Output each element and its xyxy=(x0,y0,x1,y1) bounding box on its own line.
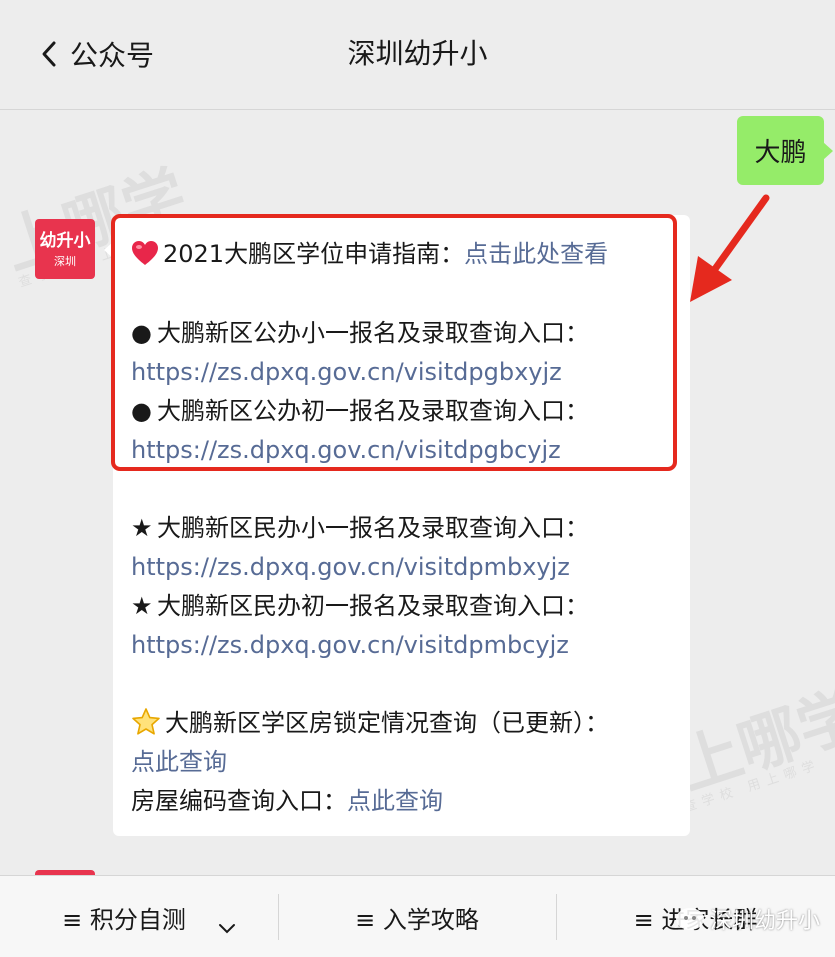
housing-lock-link[interactable]: 点此查询 xyxy=(131,745,227,779)
brand-watermark: 深圳幼升小 xyxy=(676,903,820,935)
brand-watermark-text: 深圳幼升小 xyxy=(710,909,821,934)
private-primary-line: ★ 大鹏新区民办小一报名及录取查询入口： xyxy=(131,511,589,545)
housing-lock-line: 大鹏新区学区房锁定情况查询（已更新）： xyxy=(131,706,609,740)
menu-item-label: ≡ 入学攻略 xyxy=(355,905,479,934)
user-message-bubble[interactable]: 大鹏 xyxy=(737,116,833,185)
house-code-link[interactable]: 点此查询 xyxy=(347,787,443,815)
highlight-box xyxy=(111,214,677,471)
wechat-icon xyxy=(676,908,704,930)
avatar[interactable]: 幼升小 深圳 xyxy=(35,219,95,279)
user-message-text: 大鹏 xyxy=(754,138,807,168)
page-title: 深圳幼升小 xyxy=(347,37,488,70)
chevron-down-icon[interactable] xyxy=(214,916,240,942)
private-primary-url[interactable]: https://zs.dpxq.gov.cn/visitdpmbxyjz xyxy=(131,550,570,584)
private-middle-label: 大鹏新区民办初一报名及录取查询入口： xyxy=(157,592,589,620)
star-bullet: ★ xyxy=(131,514,153,542)
avatar-line1: 幼升小 xyxy=(39,231,91,251)
private-primary-label: 大鹏新区民办小一报名及录取查询入口： xyxy=(157,514,589,542)
star-icon xyxy=(132,708,160,735)
star-bullet: ★ xyxy=(131,592,153,620)
housing-lock-label: 大鹏新区学区房锁定情况查询（已更新）： xyxy=(165,709,609,737)
menu-item-admission-guide[interactable]: ≡ 入学攻略 xyxy=(278,876,556,957)
avatar-line2: 深圳 xyxy=(54,255,76,268)
house-code-label: 房屋编码查询入口： xyxy=(131,787,347,815)
arrow-icon xyxy=(690,194,770,302)
nav-bar: 公众号 深圳幼升小 xyxy=(0,0,835,110)
menu-item-label: ≡ 积分自测 xyxy=(62,905,186,934)
private-middle-line: ★ 大鹏新区民办初一报名及录取查询入口： xyxy=(131,589,589,623)
house-code-line: 房屋编码查询入口：点此查询 xyxy=(131,784,443,818)
private-middle-url[interactable]: https://zs.dpxq.gov.cn/visitdpmbcyjz xyxy=(131,628,569,662)
